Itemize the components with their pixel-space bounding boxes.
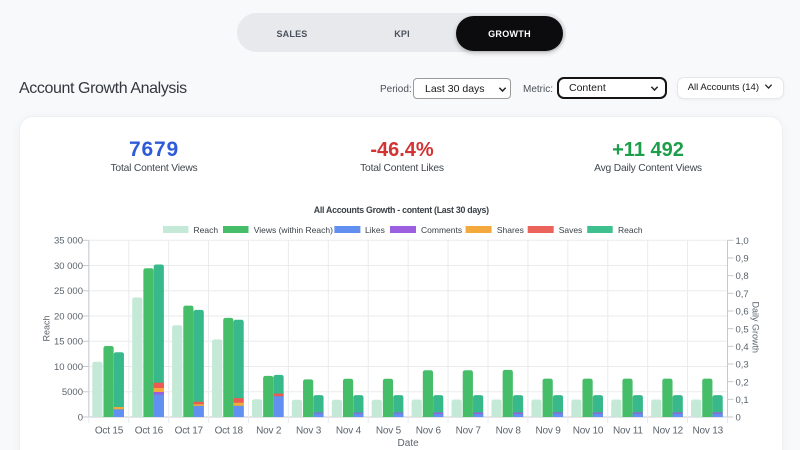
svg-text:0: 0 — [736, 413, 741, 424]
svg-text:Oct 16: Oct 16 — [135, 425, 164, 436]
svg-text:All Accounts Growth - content: All Accounts Growth - content (Last 30 d… — [314, 205, 489, 215]
svg-text:25 000: 25 000 — [54, 286, 83, 297]
svg-text:0,2: 0,2 — [736, 377, 749, 388]
svg-text:0,7: 0,7 — [736, 289, 749, 300]
svg-text:Nov 7: Nov 7 — [456, 425, 482, 436]
svg-text:Nov 2: Nov 2 — [256, 425, 282, 436]
svg-text:0,9: 0,9 — [736, 254, 749, 265]
svg-text:Daily Growth: Daily Growth — [750, 302, 760, 354]
svg-text:0,6: 0,6 — [736, 307, 749, 318]
svg-text:0,3: 0,3 — [736, 360, 749, 371]
svg-text:0: 0 — [78, 412, 83, 423]
svg-text:Nov 9: Nov 9 — [536, 425, 562, 436]
svg-text:10 000: 10 000 — [54, 362, 83, 373]
svg-text:Nov 6: Nov 6 — [416, 425, 442, 436]
svg-text:0,1: 0,1 — [736, 395, 749, 406]
svg-text:Shares: Shares — [497, 225, 524, 235]
svg-text:Nov 5: Nov 5 — [376, 425, 402, 436]
svg-text:Nov 4: Nov 4 — [336, 425, 362, 436]
svg-text:Nov 11: Nov 11 — [613, 425, 643, 436]
svg-text:Nov 10: Nov 10 — [573, 425, 604, 436]
svg-text:Nov 8: Nov 8 — [496, 425, 522, 436]
svg-text:Nov 13: Nov 13 — [692, 425, 723, 436]
svg-text:Oct 18: Oct 18 — [215, 425, 244, 436]
svg-text:0,5: 0,5 — [736, 324, 749, 335]
svg-text:5000: 5000 — [62, 387, 83, 398]
svg-text:Views (within Reach): Views (within Reach) — [254, 225, 333, 235]
svg-text:Saves: Saves — [559, 225, 583, 235]
svg-text:Comments: Comments — [421, 225, 462, 235]
svg-text:Oct 15: Oct 15 — [95, 425, 124, 436]
svg-text:Oct 17: Oct 17 — [175, 425, 204, 436]
svg-text:Reach: Reach — [194, 225, 219, 235]
svg-text:Reach: Reach — [42, 315, 52, 341]
svg-text:20 000: 20 000 — [54, 311, 83, 322]
svg-text:0,8: 0,8 — [736, 271, 749, 282]
svg-text:1,0: 1,0 — [736, 236, 749, 247]
svg-text:Nov 12: Nov 12 — [653, 425, 684, 436]
svg-text:Reach: Reach — [618, 225, 643, 235]
svg-text:15 000: 15 000 — [54, 337, 83, 348]
svg-text:35 000: 35 000 — [54, 236, 83, 247]
svg-text:0,4: 0,4 — [736, 342, 749, 353]
svg-text:30 000: 30 000 — [54, 261, 83, 272]
svg-text:Nov 3: Nov 3 — [296, 425, 322, 436]
svg-text:Date: Date — [398, 438, 420, 449]
svg-text:Likes: Likes — [365, 225, 385, 235]
